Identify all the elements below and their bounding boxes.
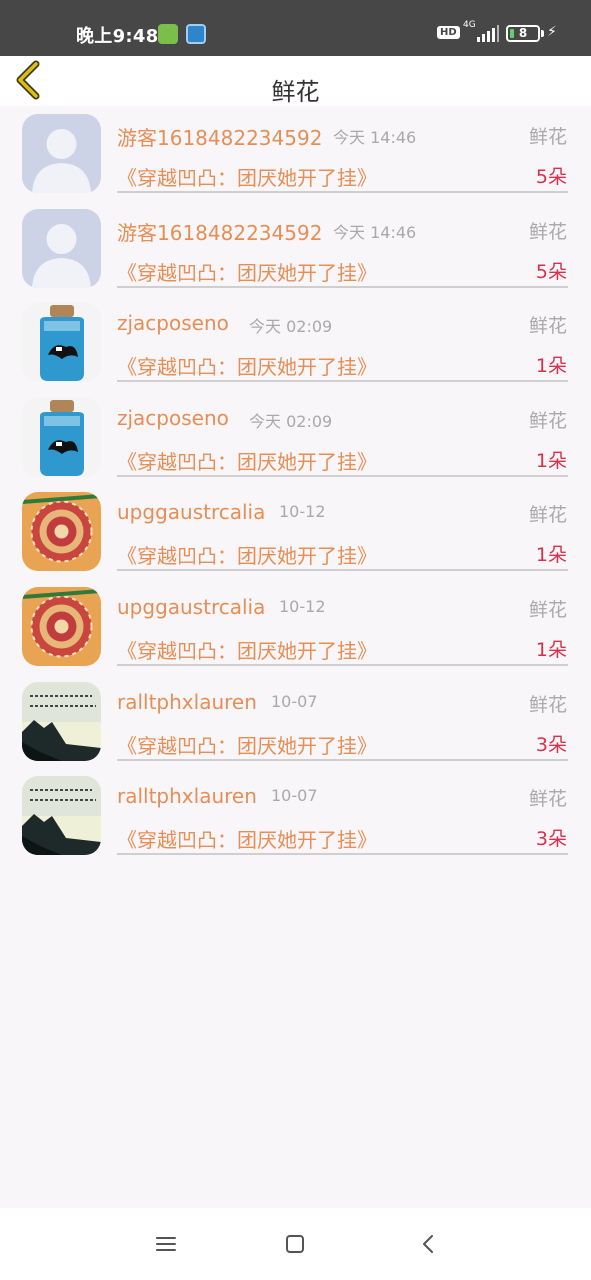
bottle-avatar <box>22 397 101 477</box>
gift-type: 鲜花 <box>528 693 567 716</box>
gift-count: 3朵 <box>535 828 567 851</box>
gift-type: 鲜花 <box>528 315 567 338</box>
system-nav-bar <box>0 1208 591 1280</box>
list-item[interactable]: zjacposeno 今天 02:09 鲜花 《穿越凹凸：团厌她开了挂》 1朵 <box>0 295 591 390</box>
battery-icon: 8 <box>506 25 540 42</box>
book-title: 《穿越凹凸：团厌她开了挂》 <box>117 733 377 758</box>
gift-type: 鲜花 <box>528 788 567 811</box>
timestamp: 10-07 <box>271 786 318 806</box>
book-title: 《穿越凹凸：团厌她开了挂》 <box>117 828 377 853</box>
list-item[interactable]: 游客1618482234592 今天 14:46 鲜花 《穿越凹凸：团厌她开了挂… <box>0 106 591 201</box>
list-item[interactable]: 游客1618482234592 今天 14:46 鲜花 《穿越凹凸：团厌她开了挂… <box>0 201 591 296</box>
gift-type: 鲜花 <box>528 504 567 527</box>
gift-count: 5朵 <box>535 260 567 283</box>
gift-type: 鲜花 <box>528 126 567 148</box>
username: ralltphxlauren <box>117 689 257 714</box>
timestamp: 10-12 <box>279 502 326 522</box>
gift-count: 1朵 <box>535 544 567 567</box>
landscape-avatar <box>22 776 101 856</box>
gift-type: 鲜花 <box>528 220 567 243</box>
app-notification-icon <box>158 24 178 44</box>
menu-button[interactable] <box>152 1230 180 1258</box>
mandala-avatar <box>22 492 101 572</box>
gift-count: 5朵 <box>535 166 567 188</box>
default-avatar <box>22 208 101 288</box>
list-item[interactable]: ralltphxlauren 10-07 鲜花 《穿越凹凸：团厌她开了挂》 3朵 <box>0 674 591 769</box>
gift-count: 3朵 <box>535 733 567 756</box>
username: upggaustrcalia <box>117 500 266 525</box>
divider <box>117 853 568 856</box>
gift-count: 1朵 <box>535 638 567 661</box>
status-bar: 晚上9:48 HD 4G 8 ⚡ <box>0 0 591 56</box>
divider <box>117 474 568 477</box>
username: upggaustrcalia <box>117 594 266 619</box>
list-item[interactable]: upggaustrcalia 10-12 鲜花 《穿越凹凸：团厌她开了挂》 1朵 <box>0 484 591 579</box>
username: 游客1618482234592 <box>117 126 323 150</box>
gift-count: 1朵 <box>535 355 567 378</box>
network-type: 4G <box>463 20 476 30</box>
gift-type: 鲜花 <box>528 409 567 432</box>
timestamp: 10-12 <box>279 596 326 616</box>
header: 鲜花 <box>0 56 591 106</box>
home-button[interactable] <box>281 1230 309 1258</box>
username: zjacposeno <box>117 405 229 430</box>
book-title: 《穿越凹凸：团厌她开了挂》 <box>117 544 377 569</box>
system-back-button[interactable] <box>414 1230 442 1258</box>
landscape-avatar <box>22 681 101 761</box>
list-item[interactable]: zjacposeno 今天 02:09 鲜花 《穿越凹凸：团厌她开了挂》 1朵 <box>0 390 591 485</box>
gift-list: 游客1618482234592 今天 14:46 鲜花 《穿越凹凸：团厌她开了挂… <box>0 106 591 863</box>
list-item[interactable]: upggaustrcalia 10-12 鲜花 《穿越凹凸：团厌她开了挂》 1朵 <box>0 579 591 674</box>
divider <box>117 191 568 193</box>
bottle-avatar <box>22 303 101 383</box>
camera-notification-icon <box>186 24 206 44</box>
default-avatar <box>22 114 101 193</box>
divider <box>117 758 568 761</box>
username: 游客1618482234592 <box>117 220 323 245</box>
battery-level: 8 <box>518 26 528 40</box>
timestamp: 今天 14:46 <box>333 222 417 242</box>
book-title: 《穿越凹凸：团厌她开了挂》 <box>117 638 377 663</box>
charging-icon: ⚡ <box>547 24 557 40</box>
signal-icon <box>477 24 499 42</box>
username: zjacposeno <box>117 311 229 336</box>
divider <box>117 380 568 383</box>
gift-type: 鲜花 <box>528 598 567 621</box>
square-icon <box>286 1235 304 1253</box>
divider <box>117 569 568 572</box>
timestamp: 10-07 <box>271 691 318 711</box>
book-title: 《穿越凹凸：团厌她开了挂》 <box>117 166 377 190</box>
timestamp: 今天 02:09 <box>249 317 333 337</box>
gift-count: 1朵 <box>535 449 567 472</box>
book-title: 《穿越凹凸：团厌她开了挂》 <box>117 449 377 474</box>
back-triangle-icon <box>423 1235 433 1253</box>
book-title: 《穿越凹凸：团厌她开了挂》 <box>117 260 377 285</box>
menu-icon <box>156 1237 176 1251</box>
username: ralltphxlauren <box>117 784 257 809</box>
page-title: 鲜花 <box>271 78 320 106</box>
divider <box>117 285 568 288</box>
hd-badge: HD <box>437 26 460 39</box>
timestamp: 今天 02:09 <box>249 411 333 431</box>
divider <box>117 663 568 666</box>
mandala-avatar <box>22 586 101 666</box>
timestamp: 今天 14:46 <box>333 128 417 147</box>
status-time: 晚上9:48 <box>76 26 159 47</box>
book-title: 《穿越凹凸：团厌她开了挂》 <box>117 355 377 380</box>
list-item[interactable]: ralltphxlauren 10-07 鲜花 《穿越凹凸：团厌她开了挂》 3朵 <box>0 768 591 863</box>
